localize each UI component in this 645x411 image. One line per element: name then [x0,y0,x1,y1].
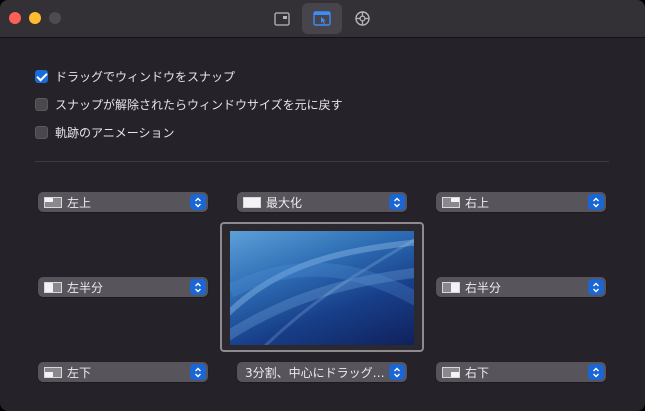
chevron-updown-icon [588,279,604,295]
snap-window-icon [313,11,331,26]
restore-size-checkbox[interactable] [35,97,48,111]
trail-animation-checkbox[interactable] [35,125,48,139]
snap-bottom-left-popup[interactable]: 左下 [38,362,208,382]
snap-left-popup[interactable]: 左半分 [38,277,208,297]
zoom-button[interactable] [49,12,61,24]
section-divider [35,161,609,162]
screen-preview [220,222,424,352]
chevron-updown-icon [389,364,405,380]
restore-size-label: スナップが解除されたらウィンドウサイズを元に戻す [55,97,343,112]
snap-left-label: 左半分 [67,280,104,295]
snap-bottom-label: 3分割、中心にドラッグ… [245,365,385,380]
snap-top-label: 最大化 [266,195,303,210]
chevron-updown-icon [190,364,206,380]
chevron-updown-icon [190,279,206,295]
tab-snap[interactable] [302,3,342,34]
drag-snap-checkbox[interactable] [35,69,48,83]
bottom-left-region-icon [44,366,62,378]
snap-top-left-label: 左上 [67,195,92,210]
title-bar [0,0,645,38]
top-right-region-icon [442,196,460,208]
chevron-updown-icon [588,364,604,380]
window-preview-icon [274,11,290,26]
chevron-updown-icon [190,194,206,210]
snap-bottom-right-popup[interactable]: 右下 [436,362,606,382]
wallpaper-preview-image [230,231,414,345]
snap-right-popup[interactable]: 右半分 [436,277,606,297]
maximize-region-icon [243,196,261,208]
trail-animation-label: 軌跡のアニメーション [55,125,175,140]
bottom-right-region-icon [442,366,460,378]
option-drag-snap[interactable]: ドラッグでウィンドウをスナップ [35,68,235,84]
snap-top-popup[interactable]: 最大化 [237,192,407,212]
chevron-updown-icon [588,194,604,210]
gear-icon [354,11,370,26]
snap-top-right-label: 右上 [465,195,490,210]
chevron-updown-icon [389,194,405,210]
right-half-region-icon [442,281,460,293]
snap-bottom-popup[interactable]: 3分割、中心にドラッグ… [237,362,407,382]
option-restore-size[interactable]: スナップが解除されたらウィンドウサイズを元に戻す [35,96,343,112]
drag-snap-label: ドラッグでウィンドウをスナップ [55,69,236,84]
snap-settings-window: ドラッグでウィンドウをスナップ スナップが解除されたらウィンドウサイズを元に戻す… [0,0,645,411]
minimize-button[interactable] [29,12,41,24]
snap-top-right-popup[interactable]: 右上 [436,192,606,212]
close-button[interactable] [9,12,21,24]
snap-bottom-right-label: 右下 [465,365,490,380]
snap-bottom-left-label: 左下 [67,365,92,380]
tab-general[interactable] [342,3,382,34]
top-left-region-icon [44,196,62,208]
option-trail-animation[interactable]: 軌跡のアニメーション [35,124,175,140]
left-half-region-icon [44,281,62,293]
tab-window-preview[interactable] [262,3,302,34]
snap-top-left-popup[interactable]: 左上 [38,192,208,212]
snap-right-label: 右半分 [465,280,502,295]
